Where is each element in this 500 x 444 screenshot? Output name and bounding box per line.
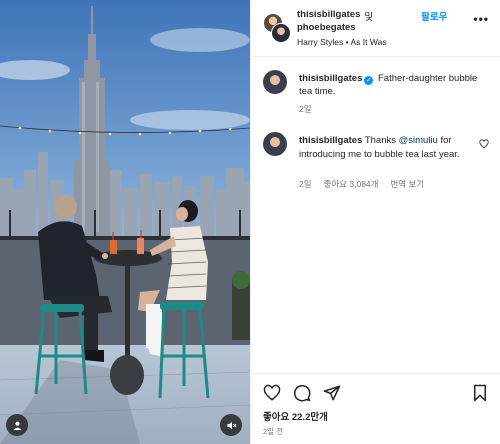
post-photo bbox=[0, 0, 250, 444]
more-options-button[interactable]: ••• bbox=[473, 12, 489, 26]
mute-button[interactable] bbox=[220, 414, 242, 436]
header-authors: thisisbillgates 및 팔로우 bbox=[297, 9, 447, 23]
verified-badge-icon: ✓ bbox=[364, 76, 374, 85]
audio-track-link[interactable]: Harry Styles • As It Was bbox=[297, 37, 387, 47]
comment-username-link[interactable]: thisisbillgates bbox=[299, 135, 362, 146]
comment-meta: 2일 좋아요 3,084개 번역 보기 bbox=[299, 178, 424, 190]
caption-username-link[interactable]: thisisbillgates bbox=[299, 73, 362, 84]
share-button[interactable] bbox=[323, 384, 341, 407]
heart-icon bbox=[263, 384, 281, 401]
author-conjunction: 및 bbox=[364, 12, 374, 23]
post-time[interactable]: 2일 전 bbox=[263, 426, 283, 437]
collab-avatars[interactable] bbox=[263, 13, 291, 43]
post-header: thisisbillgates 및 팔로우 phoebegates Harry … bbox=[251, 0, 500, 57]
collaborator-username-link[interactable]: phoebegates bbox=[297, 22, 356, 33]
post-details-panel: thisisbillgates 및 팔로우 phoebegates Harry … bbox=[250, 0, 500, 444]
author-username-link[interactable]: thisisbillgates bbox=[297, 9, 360, 23]
comment-text: thisisbillgates Thanks @simuliu for intr… bbox=[299, 134, 471, 162]
post-media[interactable] bbox=[0, 0, 250, 444]
see-translation-link[interactable]: 번역 보기 bbox=[390, 178, 424, 190]
likes-count[interactable]: 좋아요 22.2만개 bbox=[263, 409, 328, 423]
caption-timestamp[interactable]: 2일 bbox=[299, 103, 312, 115]
caption-text: thisisbillgates ✓ Father-daughter bubble … bbox=[299, 72, 487, 98]
comment-likes-link[interactable]: 좋아요 3,084개 bbox=[324, 178, 379, 190]
avatar[interactable] bbox=[263, 132, 287, 156]
user-icon bbox=[12, 421, 22, 430]
heart-icon bbox=[479, 139, 489, 149]
mention-link[interactable]: @simuliu bbox=[399, 135, 438, 146]
comment-like-button[interactable] bbox=[479, 136, 489, 154]
avatar bbox=[271, 23, 291, 43]
mute-icon bbox=[226, 421, 236, 429]
post-actions-bar: 좋아요 22.2만개 2일 전 bbox=[251, 373, 500, 444]
comment-timestamp[interactable]: 2일 bbox=[299, 178, 312, 190]
comment-button[interactable] bbox=[293, 384, 311, 407]
tagged-users-button[interactable] bbox=[6, 414, 28, 436]
follow-button[interactable]: 팔로우 bbox=[421, 9, 447, 23]
comment-icon bbox=[294, 385, 311, 402]
avatar[interactable] bbox=[263, 70, 287, 94]
like-button[interactable] bbox=[263, 384, 281, 407]
comment-prefix: Thanks bbox=[364, 135, 399, 146]
share-icon bbox=[323, 385, 341, 401]
bookmark-icon bbox=[474, 384, 486, 402]
save-button[interactable] bbox=[471, 384, 489, 407]
